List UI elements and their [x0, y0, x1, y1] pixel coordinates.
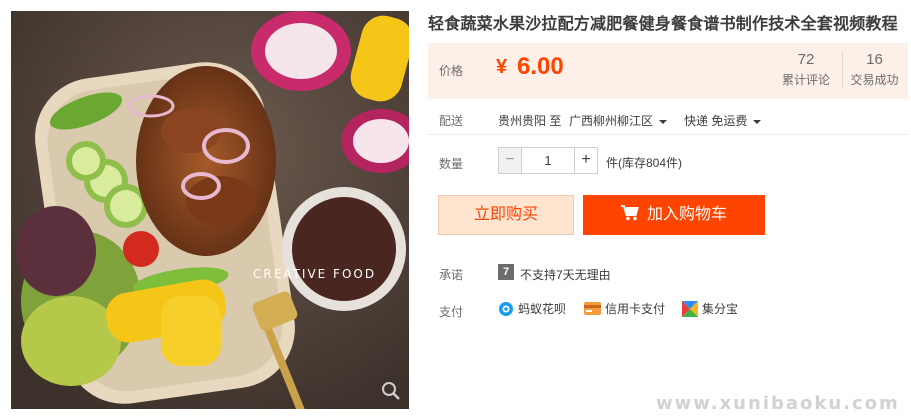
- shipping-method-select[interactable]: 快递 免运费: [684, 112, 762, 129]
- price-currency: ¥: [496, 56, 508, 78]
- cart-icon: [620, 204, 639, 221]
- quantity-label: 数量: [439, 157, 464, 171]
- payment-method-label: 蚂蚁花呗: [518, 302, 567, 316]
- chevron-down-icon: [753, 119, 762, 124]
- sales-count: 16: [866, 51, 883, 68]
- credit-card-icon: [584, 302, 601, 315]
- review-count-label: 累计评论: [781, 73, 830, 87]
- sales-count-label: 交易成功: [850, 73, 899, 87]
- add-to-cart-label: 加入购物车: [646, 206, 727, 223]
- divider: [428, 134, 908, 135]
- payment-method-label: 信用卡支付: [605, 302, 666, 316]
- chevron-down-icon: [659, 119, 668, 124]
- quantity-decrease-button[interactable]: −: [498, 147, 522, 174]
- product-info-panel: 轻食蔬菜水果沙拉配方减肥餐健身餐食谱书制作技术全套视频教程 价格 ¥ 6.00 …: [428, 0, 908, 418]
- price-value: 6.00: [517, 53, 564, 80]
- quantity-increase-button[interactable]: +: [574, 147, 598, 174]
- payment-method-huabei[interactable]: 蚂蚁花呗: [498, 300, 566, 318]
- delivery-label: 配送: [439, 114, 464, 128]
- quantity-input[interactable]: [522, 147, 574, 174]
- jifenbao-icon: [682, 300, 698, 317]
- payment-method-jifenbao[interactable]: 集分宝: [682, 300, 738, 318]
- image-overlay-text: CREATIVE FOOD: [253, 267, 377, 281]
- payment-label: 支付: [439, 305, 464, 319]
- promise-label: 承诺: [439, 268, 464, 282]
- price-label: 价格: [439, 64, 464, 78]
- sales-count-stat: 16 交易成功: [842, 51, 906, 88]
- stock-info: 件(库存804件): [606, 156, 683, 170]
- delivery-destination-select[interactable]: 广西柳州柳江区: [569, 112, 668, 129]
- site-watermark: www.xunibaoku.com: [656, 393, 900, 414]
- payment-method-label: 集分宝: [702, 302, 739, 316]
- add-to-cart-button[interactable]: 加入购物车: [583, 195, 765, 235]
- review-count: 72: [797, 51, 815, 68]
- price-box: 价格 ¥ 6.00 72 累计评论 16 交易成功: [428, 43, 908, 99]
- product-title: 轻食蔬菜水果沙拉配方减肥餐健身餐食谱书制作技术全套视频教程: [428, 16, 898, 33]
- shipping-method: 快递 免运费: [684, 114, 748, 128]
- payment-method-credit-card[interactable]: 信用卡支付: [584, 300, 665, 318]
- buy-now-button[interactable]: 立即购买: [438, 195, 574, 235]
- delivery-from: 贵州贵阳 至: [498, 114, 562, 128]
- product-main-image[interactable]: CREATIVE FOOD: [11, 11, 409, 409]
- zoom-icon[interactable]: [381, 381, 401, 401]
- promise-text[interactable]: 不支持7天无理由: [520, 266, 611, 283]
- salad-photo: [11, 11, 409, 409]
- seven-day-icon: 7: [498, 264, 514, 280]
- delivery-destination: 广西柳州柳江区: [569, 114, 654, 128]
- review-count-stat[interactable]: 72 累计评论: [774, 51, 838, 88]
- huabei-icon: [499, 301, 513, 316]
